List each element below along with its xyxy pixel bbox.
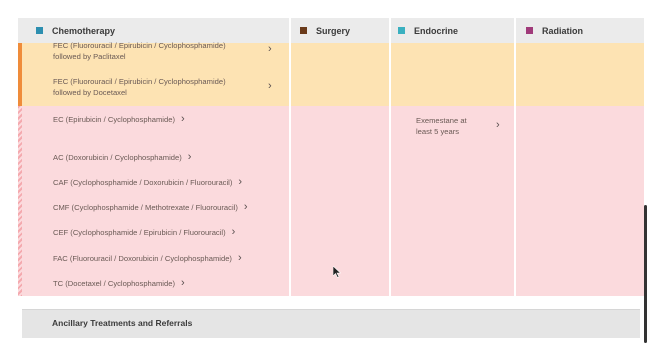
chevron-right-icon[interactable]: › — [496, 119, 500, 131]
treatment-grid: Chemotherapy Surgery Endocrine Radiation… — [18, 18, 644, 296]
column-header-endocrine: Endocrine — [398, 18, 458, 43]
chevron-right-icon[interactable]: › — [232, 227, 236, 238]
column-divider — [514, 18, 516, 296]
column-label: Chemotherapy — [52, 25, 116, 36]
treatment-label: AC (Doxorubicin / Cyclophosphamide) — [53, 153, 182, 162]
ancillary-section: Ancillary Treatments and Referrals — [22, 309, 640, 338]
treatment-line: least 5 years — [416, 127, 460, 136]
treatment-line: followed by Paclitaxel — [53, 52, 126, 61]
treatment-label: TC (Docetaxel / Cyclophosphamide) — [53, 279, 175, 288]
column-label: Surgery — [316, 25, 351, 36]
orange-tier-marker — [18, 43, 22, 106]
treatment-line: FEC (Fluorouracil / Epirubicin / Cycloph… — [53, 41, 226, 50]
pink-tier-band — [18, 106, 644, 296]
ancillary-title: Ancillary Treatments and Referrals — [52, 318, 193, 328]
treatment-label: FAC (Fluorouracil / Doxorubicin / Cyclop… — [53, 254, 232, 263]
treatment-label: CEF (Cyclophosphamide / Epirubicin / Flu… — [53, 228, 226, 237]
treatment-item[interactable]: FAC (Fluorouracil / Doxorubicin / Cyclop… — [53, 253, 242, 264]
column-divider — [289, 18, 291, 296]
chevron-right-icon[interactable]: › — [181, 278, 185, 289]
treatment-item[interactable]: CEF (Cyclophosphamide / Epirubicin / Flu… — [53, 227, 235, 238]
radiation-swatch — [526, 27, 533, 34]
pink-tier-marker — [18, 106, 22, 296]
treatment-item[interactable]: Exemestane at least 5 years — [416, 115, 467, 137]
treatment-line: Exemestane at — [416, 116, 467, 125]
column-divider — [389, 18, 391, 296]
endocrine-swatch — [398, 27, 405, 34]
column-label: Radiation — [542, 25, 584, 36]
chevron-right-icon[interactable]: › — [268, 43, 272, 55]
surgery-swatch — [300, 27, 307, 34]
treatment-item[interactable]: CAF (Cyclophosphamide / Doxorubicin / Fl… — [53, 177, 242, 188]
treatment-line: FEC (Fluorouracil / Epirubicin / Cycloph… — [53, 77, 226, 86]
column-header-radiation: Radiation — [526, 18, 583, 43]
column-label: Endocrine — [414, 25, 459, 36]
treatment-item[interactable]: FEC (Fluorouracil / Epirubicin / Cycloph… — [53, 76, 226, 98]
scrollbar-thumb[interactable] — [644, 205, 647, 343]
treatment-label: CAF (Cyclophosphamide / Doxorubicin / Fl… — [53, 178, 233, 187]
chevron-right-icon[interactable]: › — [268, 80, 272, 92]
treatment-item[interactable]: AC (Doxorubicin / Cyclophosphamide) › — [53, 152, 191, 163]
mouse-cursor-icon — [333, 266, 341, 278]
treatment-item[interactable]: TC (Docetaxel / Cyclophosphamide) › — [53, 278, 185, 289]
treatment-item[interactable]: CMF (Cyclophosphamide / Methotrexate / F… — [53, 202, 248, 213]
treatment-label: EC (Epirubicin / Cyclophosphamide) — [53, 115, 175, 124]
chevron-right-icon[interactable]: › — [181, 114, 185, 125]
treatment-line: followed by Docetaxel — [53, 88, 127, 97]
chevron-right-icon[interactable]: › — [238, 177, 242, 188]
treatment-item[interactable]: EC (Epirubicin / Cyclophosphamide) › — [53, 114, 185, 125]
treatment-item[interactable]: FEC (Fluorouracil / Epirubicin / Cycloph… — [53, 40, 226, 62]
chevron-right-icon[interactable]: › — [244, 202, 248, 213]
chevron-right-icon[interactable]: › — [188, 152, 192, 163]
column-header-surgery: Surgery — [300, 18, 350, 43]
treatment-label: CMF (Cyclophosphamide / Methotrexate / F… — [53, 203, 238, 212]
chevron-right-icon[interactable]: › — [238, 253, 242, 264]
chemotherapy-swatch — [36, 27, 43, 34]
